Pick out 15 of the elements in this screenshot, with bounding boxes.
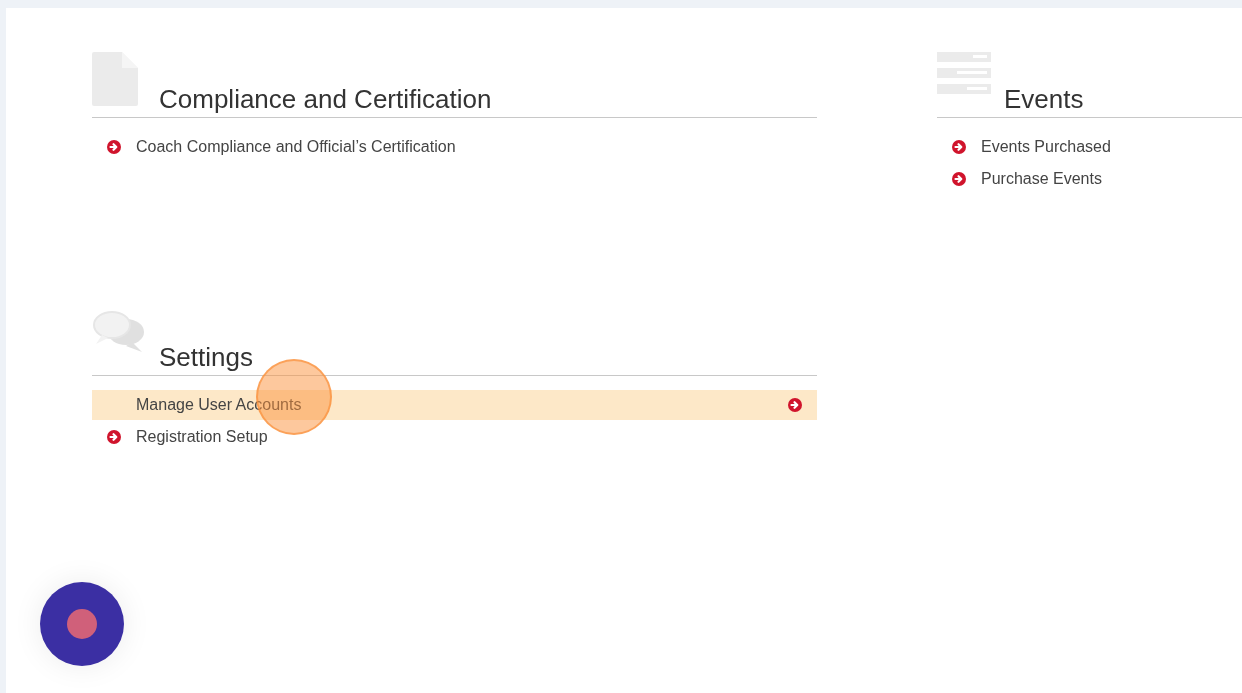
menu-link[interactable]: Manage User Accounts: [92, 390, 817, 420]
record-icon: [67, 609, 97, 639]
arrow-icon: [952, 172, 966, 186]
section-title: Compliance and Certification: [159, 83, 492, 116]
arrow-icon: [788, 398, 802, 412]
menu-link[interactable]: Events Purchased: [937, 132, 1242, 162]
section-title: Settings: [159, 341, 253, 374]
section-title: Events: [1004, 83, 1084, 116]
menu-link[interactable]: Coach Compliance and Official’s Certification: [92, 132, 817, 162]
chat-icon: [92, 310, 146, 354]
arrow-icon: [107, 430, 121, 444]
arrow-icon: [952, 140, 966, 154]
menu-link[interactable]: Purchase Events: [937, 164, 1242, 194]
menu-link[interactable]: Registration Setup: [92, 422, 817, 452]
arrow-icon: [107, 140, 121, 154]
